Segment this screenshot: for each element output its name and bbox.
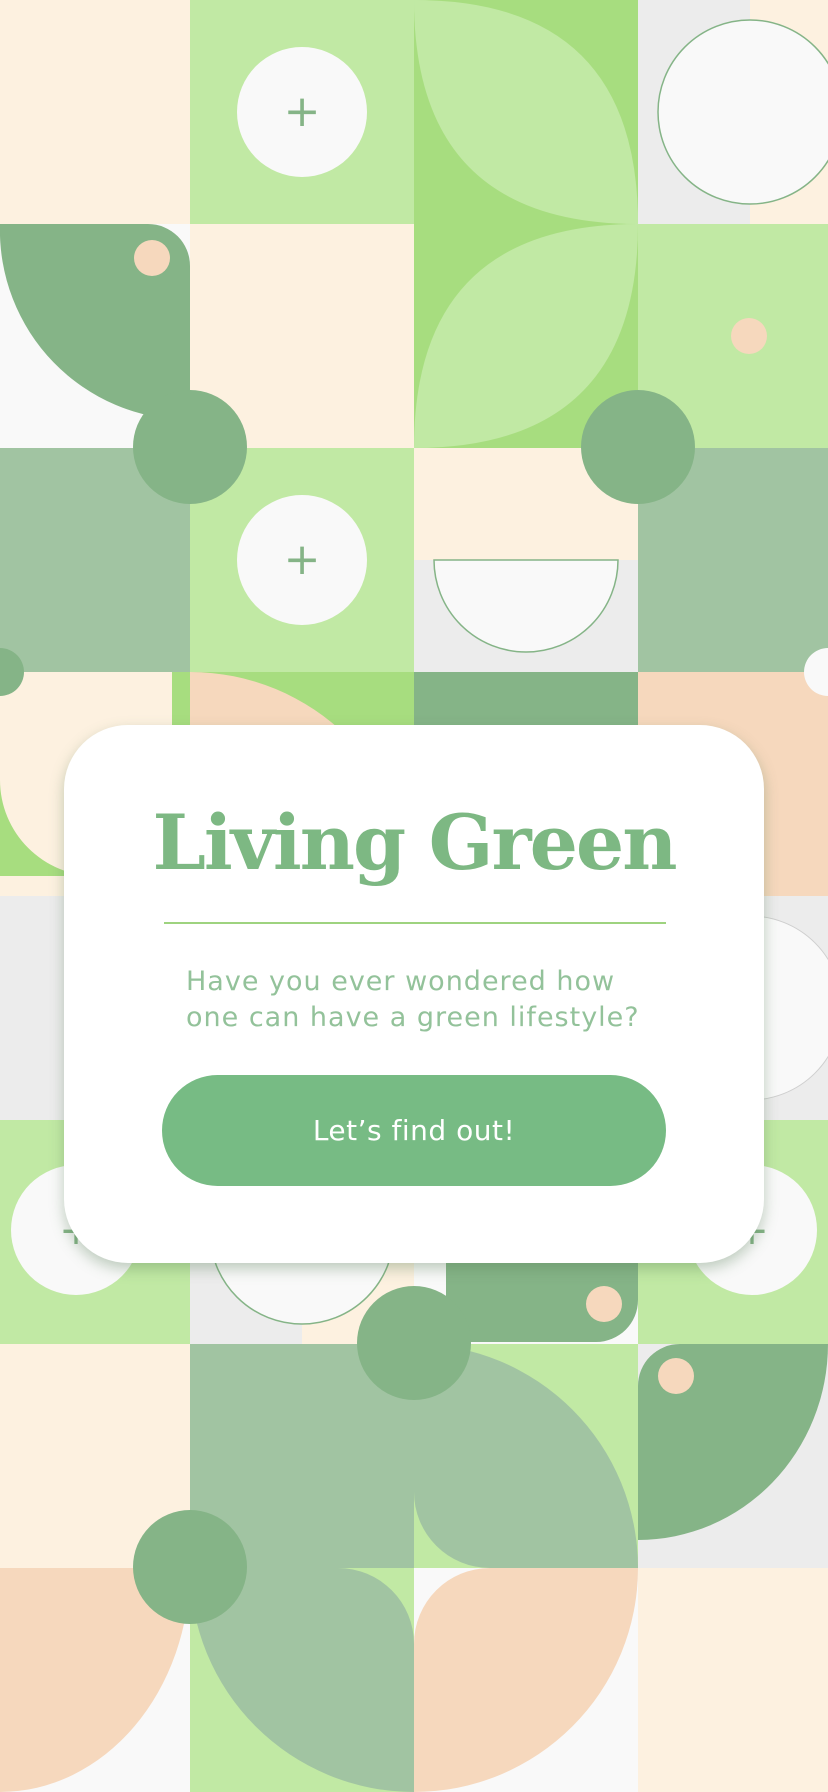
tile <box>638 1568 828 1792</box>
joint-circle <box>133 1510 247 1624</box>
subtitle-text: Have you ever wondered how one can have … <box>186 966 640 1033</box>
intro-card: Living Green Have you ever wondered how … <box>64 725 764 1263</box>
plus-icon: + <box>284 86 321 137</box>
circle-shape <box>657 19 828 205</box>
dot <box>731 318 767 354</box>
page-title: Living Green <box>152 798 677 887</box>
dot <box>134 240 170 276</box>
dot <box>658 1358 694 1394</box>
joint-circle <box>581 390 695 504</box>
plus-icon: + <box>284 534 321 585</box>
tile <box>0 0 190 224</box>
divider <box>164 922 666 924</box>
find-out-button[interactable]: Let’s find out! <box>162 1075 666 1186</box>
joint-circle <box>133 390 247 504</box>
dot <box>586 1286 622 1322</box>
joint-circle <box>357 1286 471 1400</box>
